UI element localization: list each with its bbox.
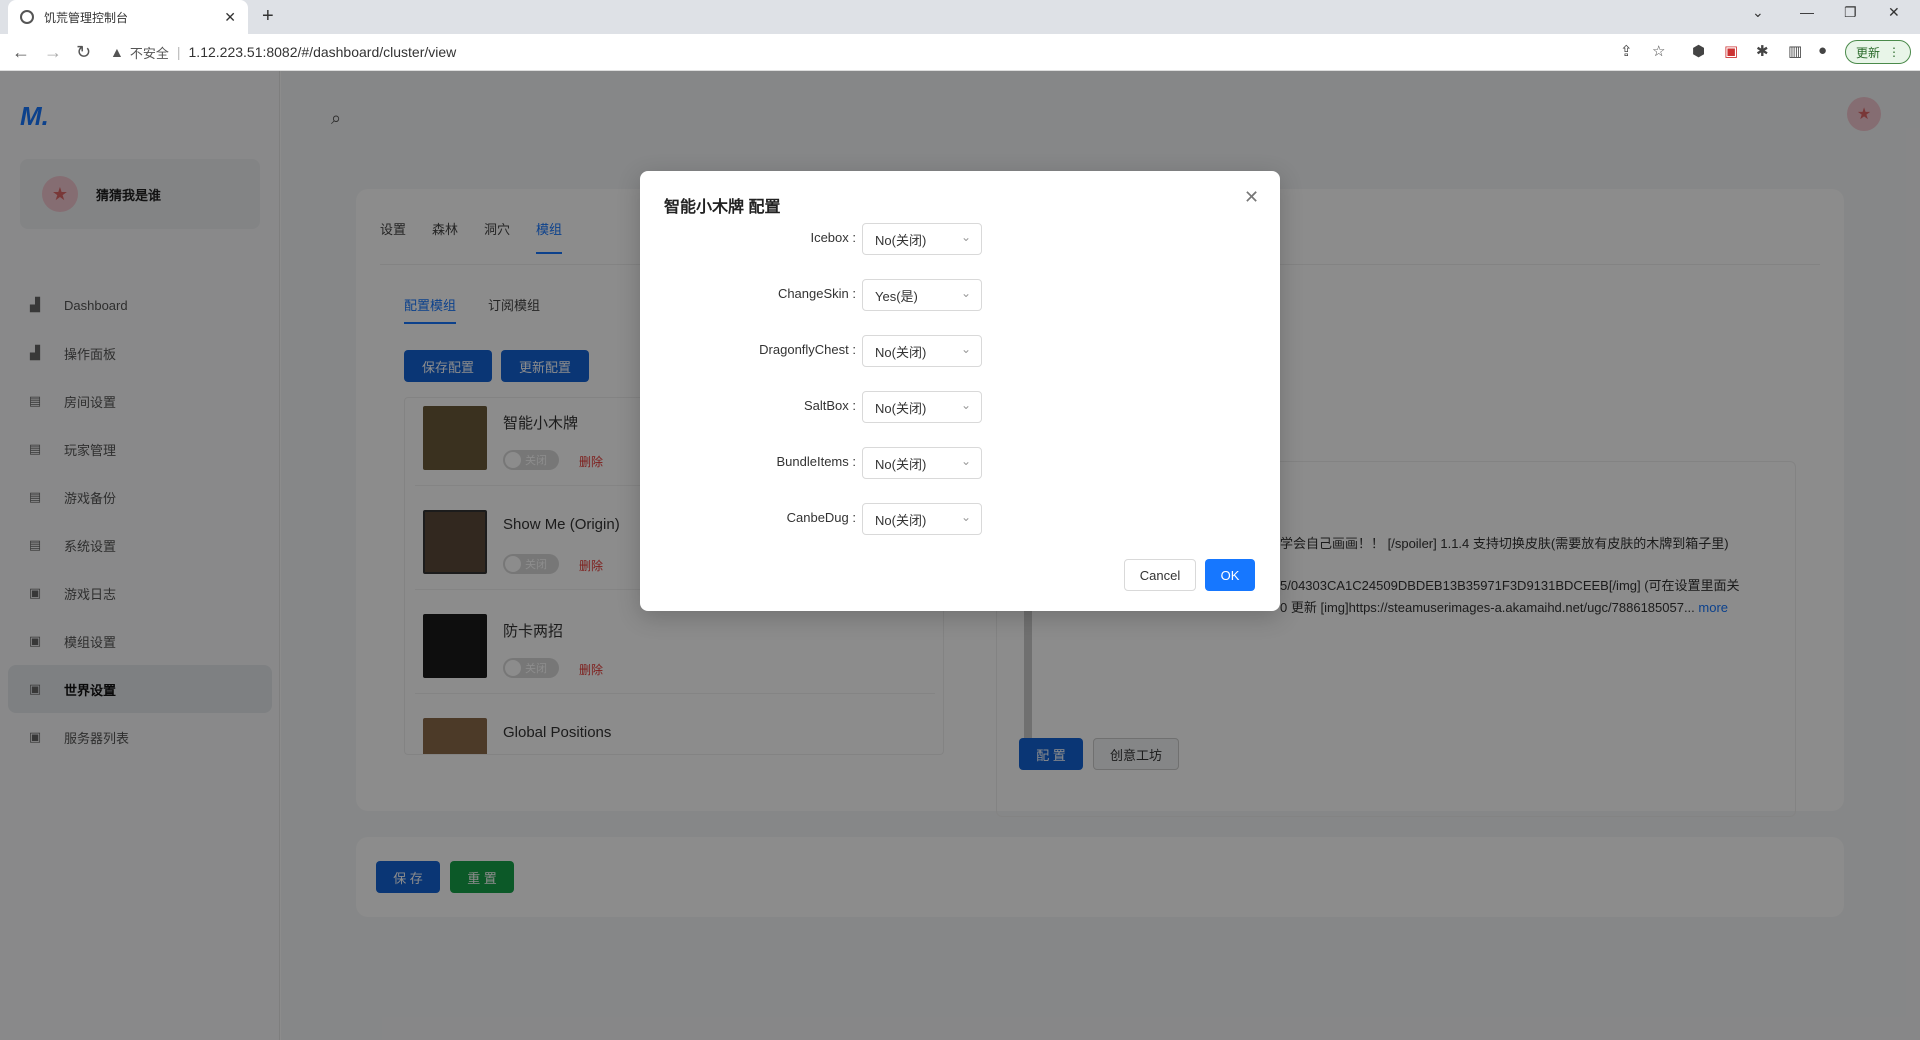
update-button[interactable]: 更新 ⋮ — [1845, 40, 1912, 64]
tab-title: 饥荒管理控制台 — [44, 10, 129, 25]
extensions-puzzle-icon[interactable]: ✱ — [1756, 42, 1769, 60]
field-label: CanbeDug : — [786, 510, 856, 525]
update-label: 更新 — [1856, 45, 1881, 60]
field-label: SaltBox : — [803, 398, 856, 413]
url-text: 1.12.223.51:8082/#/dashboard/cluster/vie… — [188, 44, 457, 60]
form-row-dragonflychest: DragonflyChest : No(关闭) ⌄ — [640, 335, 1280, 367]
chevron-down-icon: ⌄ — [960, 342, 971, 356]
form-row-icebox: Icebox : No(关闭) ⌄ — [640, 223, 1280, 255]
field-label: BundleItems : — [776, 454, 857, 469]
chevron-down-icon: ⌄ — [960, 286, 971, 300]
changeskin-select[interactable]: Yes(是) ⌄ — [862, 279, 982, 311]
field-label-text: SaltBox — [803, 398, 849, 413]
form-row-bundleitems: BundleItems : No(关闭) ⌄ — [640, 447, 1280, 479]
field-label: Icebox : — [810, 230, 856, 245]
chevron-down-icon: ⌄ — [960, 510, 971, 524]
chevron-down-icon: ⌄ — [960, 454, 971, 468]
browser-tab-strip: 饥荒管理控制台 ✕ + ⌄ — ❐ ✕ — [0, 0, 1920, 34]
form-row-saltbox: SaltBox : No(关闭) ⌄ — [640, 391, 1280, 423]
field-label: DragonflyChest : — [759, 342, 856, 357]
browser-toolbar: ← → ↻ ▲ 不安全 | 1.12.223.51:8082/#/dashboa… — [0, 34, 1920, 71]
bookmark-star-icon[interactable]: ☆ — [1652, 42, 1665, 60]
window-close-icon[interactable]: ✕ — [1888, 4, 1900, 21]
select-value: Yes(是) — [875, 288, 918, 304]
browser-tab[interactable]: 饥荒管理控制台 ✕ — [8, 0, 248, 34]
field-label-text: DragonflyChest — [759, 342, 849, 357]
menu-dots-icon: ⋮ — [1888, 45, 1901, 59]
favicon-icon — [20, 10, 34, 24]
extension-red-icon[interactable]: ▣ — [1724, 42, 1738, 60]
cancel-button[interactable]: Cancel — [1124, 559, 1196, 591]
field-label-text: Icebox — [810, 230, 849, 245]
select-value: No(关闭) — [875, 512, 927, 528]
field-label-text: BundleItems — [776, 454, 849, 469]
bundleitems-select[interactable]: No(关闭) ⌄ — [862, 447, 982, 479]
back-icon[interactable]: ← — [12, 42, 30, 63]
new-tab-icon[interactable]: + — [262, 5, 274, 28]
ok-button[interactable]: OK — [1205, 559, 1255, 591]
dragonflychest-select[interactable]: No(关闭) ⌄ — [862, 335, 982, 367]
share-icon[interactable]: ⇪ — [1620, 42, 1633, 60]
dialog-title: 智能小木牌 配置 — [664, 199, 781, 216]
saltbox-select[interactable]: No(关闭) ⌄ — [862, 391, 982, 423]
extension-shield-icon[interactable]: ⬢ — [1692, 42, 1705, 60]
canbedug-select[interactable]: No(关闭) ⌄ — [862, 503, 982, 535]
minimize-icon[interactable]: — — [1800, 4, 1814, 20]
close-icon[interactable]: ✕ — [1244, 187, 1259, 208]
select-value: No(关闭) — [875, 344, 927, 360]
field-label: ChangeSkin : — [777, 286, 856, 301]
select-value: No(关闭) — [875, 456, 927, 472]
mod-config-dialog: 智能小木牌 配置 ✕ Icebox : No(关闭) ⌄ ChangeSkin :… — [640, 171, 1280, 611]
insecure-label: 不安全 — [129, 45, 169, 61]
field-label-text: ChangeSkin — [777, 286, 849, 301]
form-row-canbedug: CanbeDug : No(关闭) ⌄ — [640, 503, 1280, 535]
reload-icon[interactable]: ↻ — [76, 42, 91, 63]
form-row-changeskin: ChangeSkin : Yes(是) ⌄ — [640, 279, 1280, 311]
field-label-text: CanbeDug — [786, 510, 849, 525]
profile-icon[interactable]: ● — [1818, 42, 1827, 59]
address-bar[interactable]: ▲ 不安全 | 1.12.223.51:8082/#/dashboard/clu… — [110, 38, 1650, 66]
tab-close-icon[interactable]: ✕ — [224, 9, 236, 26]
side-panel-icon[interactable]: ▥ — [1788, 42, 1802, 60]
tab-search-icon[interactable]: ⌄ — [1752, 4, 1764, 21]
warning-icon: ▲ — [110, 44, 124, 60]
select-value: No(关闭) — [875, 232, 927, 248]
select-value: No(关闭) — [875, 400, 927, 416]
icebox-select[interactable]: No(关闭) ⌄ — [862, 223, 982, 255]
restore-icon[interactable]: ❐ — [1844, 4, 1857, 21]
chevron-down-icon: ⌄ — [960, 230, 971, 244]
chevron-down-icon: ⌄ — [960, 398, 971, 412]
forward-icon[interactable]: → — [44, 42, 62, 63]
url-separator: | — [176, 44, 181, 60]
